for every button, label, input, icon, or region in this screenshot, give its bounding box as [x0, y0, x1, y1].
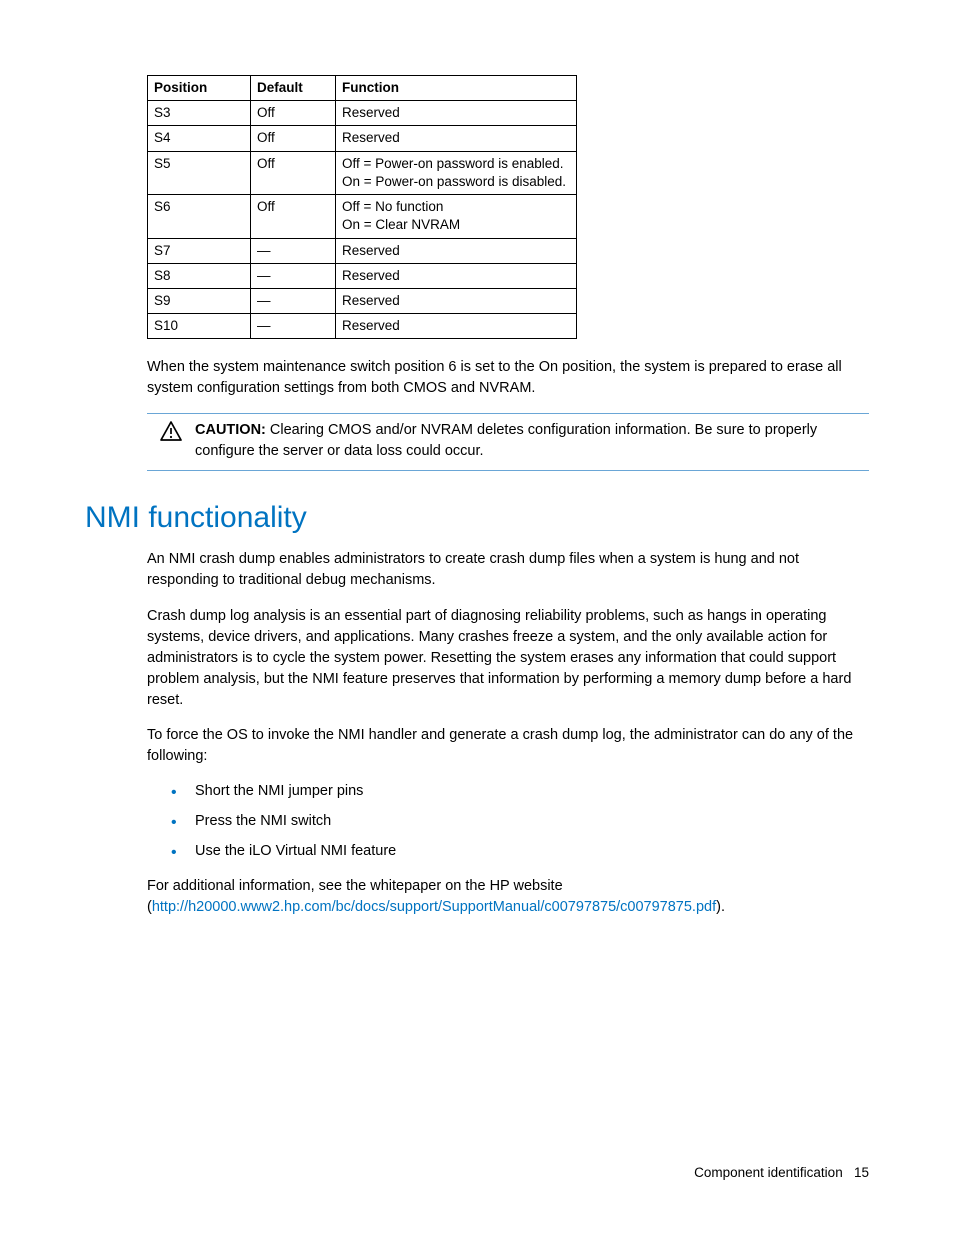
switch-table: Position Default Function S3OffReservedS… [147, 75, 577, 339]
th-default: Default [251, 76, 336, 101]
cell-position: S6 [148, 195, 251, 238]
cell-function: Off = No function On = Clear NVRAM [336, 195, 577, 238]
nmi-p4-post: ). [716, 899, 725, 915]
paragraph-switch-pos6: When the system maintenance switch posit… [147, 357, 869, 399]
cell-function: Reserved [336, 238, 577, 263]
nmi-paragraph-1: An NMI crash dump enables administrators… [147, 549, 869, 591]
caution-label: CAUTION: [195, 422, 266, 438]
cell-default: — [251, 314, 336, 339]
table-row: S5OffOff = Power-on password is enabled.… [148, 151, 577, 194]
table-row: S8—Reserved [148, 263, 577, 288]
th-function: Function [336, 76, 577, 101]
cell-default: — [251, 238, 336, 263]
table-row: S9—Reserved [148, 288, 577, 313]
list-item: Short the NMI jumper pins [195, 781, 869, 802]
cell-default: — [251, 288, 336, 313]
cell-position: S10 [148, 314, 251, 339]
list-item: Press the NMI switch [195, 811, 869, 832]
caution-block: CAUTION: Clearing CMOS and/or NVRAM dele… [147, 413, 869, 471]
table-row: S7—Reserved [148, 238, 577, 263]
cell-default: Off [251, 126, 336, 151]
cell-function: Reserved [336, 314, 577, 339]
cell-position: S3 [148, 101, 251, 126]
cell-position: S9 [148, 288, 251, 313]
cell-function: Reserved [336, 263, 577, 288]
list-item: Use the iLO Virtual NMI feature [195, 841, 869, 862]
table-row: S4OffReserved [148, 126, 577, 151]
nmi-paragraph-2: Crash dump log analysis is an essential … [147, 606, 869, 711]
table-row: S3OffReserved [148, 101, 577, 126]
section-heading-nmi: NMI functionality [85, 501, 869, 535]
cell-default: Off [251, 151, 336, 194]
page-footer: Component identification 15 [694, 1165, 869, 1180]
nmi-paragraph-4: For additional information, see the whit… [147, 876, 869, 918]
footer-page-number: 15 [854, 1165, 869, 1180]
caution-body: Clearing CMOS and/or NVRAM deletes confi… [195, 422, 817, 459]
nmi-paragraph-3: To force the OS to invoke the NMI handle… [147, 725, 869, 767]
cell-default: — [251, 263, 336, 288]
cell-default: Off [251, 195, 336, 238]
cell-position: S7 [148, 238, 251, 263]
footer-section: Component identification [694, 1165, 843, 1180]
cell-position: S8 [148, 263, 251, 288]
cell-function: Reserved [336, 101, 577, 126]
cell-position: S5 [148, 151, 251, 194]
nmi-bullet-list: Short the NMI jumper pins Press the NMI … [147, 781, 869, 862]
caution-icon [147, 420, 195, 441]
cell-position: S4 [148, 126, 251, 151]
cell-function: Reserved [336, 126, 577, 151]
whitepaper-link[interactable]: http://h20000.www2.hp.com/bc/docs/suppor… [152, 899, 716, 915]
table-row: S6OffOff = No function On = Clear NVRAM [148, 195, 577, 238]
cell-function: Off = Power-on password is enabled. On =… [336, 151, 577, 194]
th-position: Position [148, 76, 251, 101]
cell-function: Reserved [336, 288, 577, 313]
cell-default: Off [251, 101, 336, 126]
table-row: S10—Reserved [148, 314, 577, 339]
